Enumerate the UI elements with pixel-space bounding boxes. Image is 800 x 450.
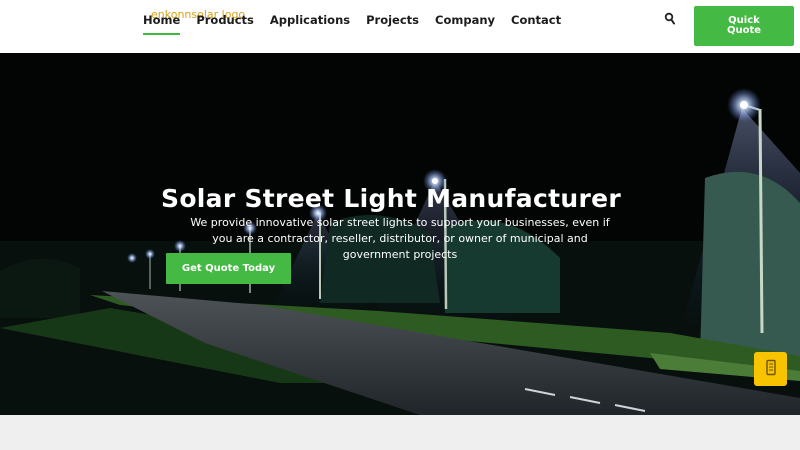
nav-applications[interactable]: Applications bbox=[270, 14, 350, 35]
nav-home[interactable]: Home bbox=[143, 14, 181, 35]
main-nav: Home Products Applications Projects Comp… bbox=[143, 14, 577, 35]
phone-icon bbox=[765, 359, 777, 380]
below-hero-section bbox=[0, 415, 800, 450]
site-header: enkonnsolar logo Home Products Applicati… bbox=[0, 0, 800, 53]
nav-company[interactable]: Company bbox=[435, 14, 495, 35]
nav-products[interactable]: Products bbox=[196, 14, 254, 35]
hero-banner: Solar Street Light Manufacturer We provi… bbox=[0, 53, 800, 415]
search-icon[interactable] bbox=[664, 11, 676, 25]
phone-button[interactable] bbox=[754, 352, 787, 386]
get-quote-button[interactable]: Get Quote Today bbox=[166, 253, 291, 284]
hero-title: Solar Street Light Manufacturer bbox=[161, 184, 621, 213]
quick-quote-button[interactable]: Quick Quote bbox=[694, 6, 794, 46]
nav-contact[interactable]: Contact bbox=[511, 14, 561, 35]
nav-projects[interactable]: Projects bbox=[366, 14, 419, 35]
